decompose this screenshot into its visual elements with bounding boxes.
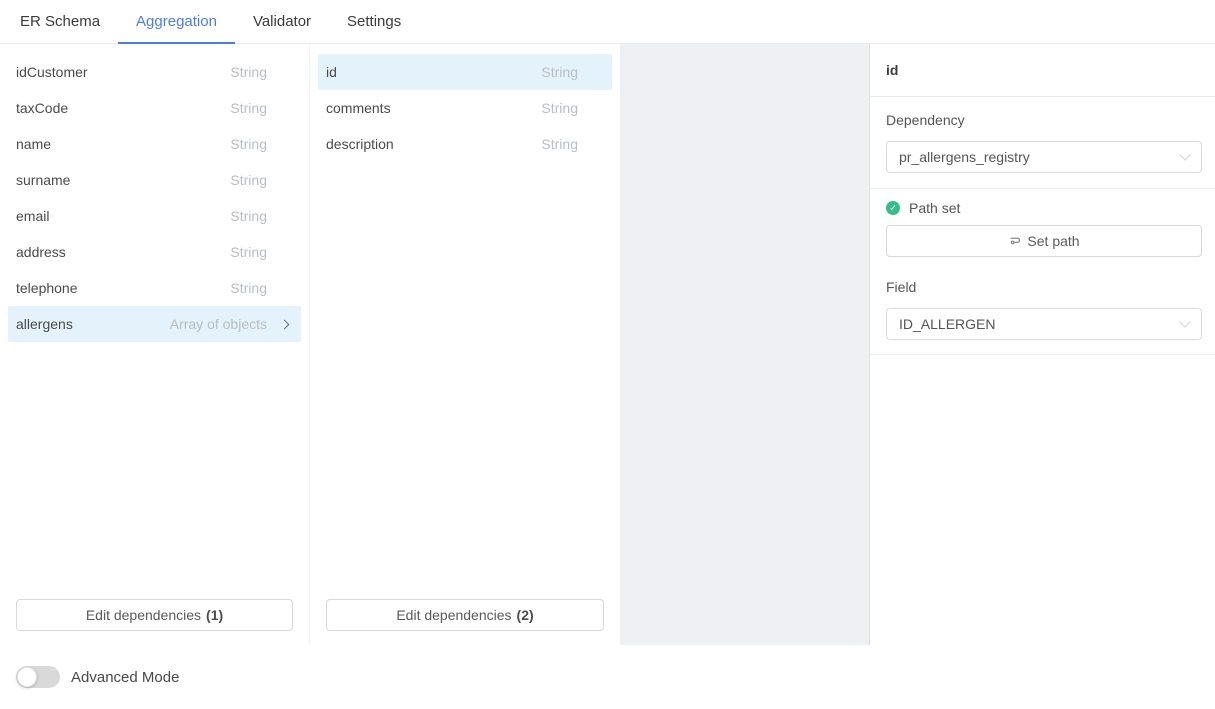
field-row[interactable]: email String [8,198,301,234]
edit-dependencies-1-button[interactable]: Edit dependencies (1) [16,599,293,631]
dependency-label: Dependency [886,110,1202,131]
field-type: Array of objects [170,316,267,332]
field-meta: String [230,280,301,296]
chevron-slot [578,105,612,112]
field-meta: String [230,100,301,116]
field-name: taxCode [16,100,68,116]
field-type: String [230,136,267,152]
field-type: String [230,244,267,260]
route-path-icon [1008,235,1022,247]
tab-bar: ER Schema Aggregation Validator Settings [0,0,1215,44]
path-field-section: ✓ Path set Set path Field ID_ALLERGEN [870,189,1215,355]
field-meta: String [230,172,301,188]
field-row[interactable]: id String [318,54,612,90]
edit-dependencies-2-button[interactable]: Edit dependencies (2) [326,599,604,631]
field-select[interactable]: ID_ALLERGEN [886,308,1202,340]
tab-er-schema[interactable]: ER Schema [2,0,118,43]
field-meta: String [541,64,612,80]
tab-settings[interactable]: Settings [329,0,419,43]
check-circle-icon: ✓ [886,201,900,215]
field-type: String [230,172,267,188]
edit-dependencies-count: (2) [517,607,534,623]
chevron-right-icon [279,319,289,329]
field-type: String [230,64,267,80]
field-meta: String [230,136,301,152]
chevron-slot [578,141,612,148]
field-meta: String [230,64,301,80]
field-row[interactable]: surname String [8,162,301,198]
field-row[interactable]: telephone String [8,270,301,306]
field-type: String [230,100,267,116]
field-meta: String [230,244,301,260]
source-fields-panel: idCustomer String taxCode String name St… [0,44,310,645]
field-name: name [16,136,51,152]
field-type: String [230,280,267,296]
dependency-section: Dependency pr_allergens_registry [870,97,1215,189]
chevron-slot [267,69,301,76]
nested-fields-panel: id String comments String description St… [310,44,620,645]
field-row[interactable]: comments String [318,90,612,126]
main-content: idCustomer String taxCode String name St… [0,44,1215,645]
chevron-down-icon [1179,316,1190,327]
field-select-value: ID_ALLERGEN [899,316,995,332]
chevron-slot [267,321,301,328]
chevron-slot [267,249,301,256]
field-row[interactable]: description String [318,126,612,162]
dependency-select[interactable]: pr_allergens_registry [886,141,1202,173]
field-name: allergens [16,316,73,332]
field-label: Field [886,277,1202,298]
inspector-title: id [870,44,1215,97]
field-name: address [16,244,66,260]
field-meta: String [230,208,301,224]
field-type: String [230,208,267,224]
chevron-slot [267,177,301,184]
dependency-select-value: pr_allergens_registry [899,149,1030,165]
page-footer: Advanced Mode [0,645,1215,709]
advanced-mode-label: Advanced Mode [71,669,179,686]
field-row[interactable]: name String [8,126,301,162]
field-meta: String [541,136,612,152]
path-status-label: Path set [909,200,960,216]
field-name: email [16,208,49,224]
edit-dependencies-label: Edit dependencies [396,607,511,623]
inspector-panel: id Dependency pr_allergens_registry ✓ Pa… [870,44,1215,645]
chevron-slot [267,213,301,220]
tab-aggregation[interactable]: Aggregation [118,0,235,43]
field-row[interactable]: idCustomer String [8,54,301,90]
source-fields-list: idCustomer String taxCode String name St… [0,44,309,599]
tab-validator[interactable]: Validator [235,0,329,43]
field-type: String [541,136,578,152]
nested-fields-list: id String comments String description St… [310,44,620,599]
field-name: telephone [16,280,78,296]
aggregation-app: ER Schema Aggregation Validator Settings… [0,0,1215,709]
field-type: String [541,100,578,116]
field-name: surname [16,172,70,188]
chevron-down-icon [1179,149,1190,160]
field-row[interactable]: address String [8,234,301,270]
field-row[interactable]: taxCode String [8,90,301,126]
field-name: comments [326,100,391,116]
field-name: idCustomer [16,64,88,80]
source-panel-footer: Edit dependencies (1) [0,599,309,645]
field-meta: String [541,100,612,116]
advanced-mode-toggle[interactable] [16,666,60,688]
field-name: id [326,64,337,80]
chevron-slot [267,105,301,112]
edit-dependencies-label: Edit dependencies [86,607,201,623]
toggle-knob [17,667,37,687]
chevron-slot [267,141,301,148]
nested-panel-footer: Edit dependencies (2) [310,599,620,645]
empty-panel [620,44,870,645]
field-type: String [541,64,578,80]
path-status: ✓ Path set [886,197,1202,219]
chevron-slot [267,285,301,292]
field-row[interactable]: allergens Array of objects [8,306,301,342]
edit-dependencies-count: (1) [206,607,223,623]
field-name: description [326,136,394,152]
set-path-button[interactable]: Set path [886,225,1202,257]
chevron-slot [578,69,612,76]
field-meta: Array of objects [170,316,301,332]
set-path-label: Set path [1027,233,1079,249]
